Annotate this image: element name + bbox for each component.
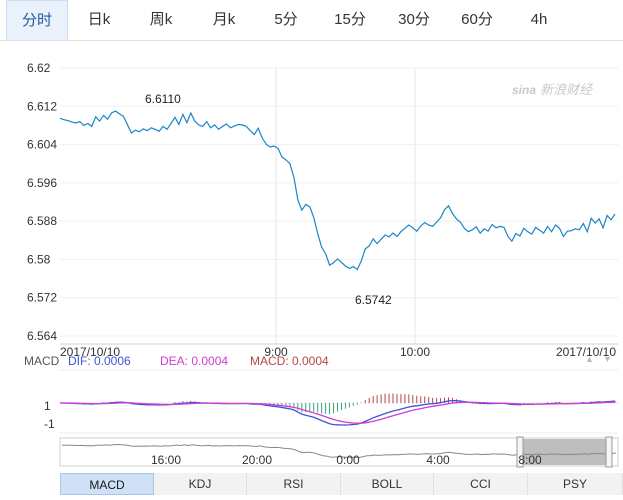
tab-macd[interactable]: MACD xyxy=(60,473,154,495)
macd-ytick-neg1: -1 xyxy=(44,417,55,431)
navigator-right-handle[interactable] xyxy=(605,436,613,468)
tab-kdj[interactable]: KDJ xyxy=(154,473,247,495)
nav-label-0: 0:00 xyxy=(336,453,360,467)
nav-label-16: 16:00 xyxy=(151,453,181,467)
tab-rsi[interactable]: RSI xyxy=(247,473,341,495)
tab-boll[interactable]: BOLL xyxy=(341,473,434,495)
indicator-tabs: MACD KDJ RSI BOLL CCI PSY xyxy=(60,473,623,495)
macd-ytick-1: 1 xyxy=(44,399,51,413)
nav-label-8: 8:00 xyxy=(518,453,542,467)
nav-label-20: 20:00 xyxy=(242,453,272,467)
nav-label-4: 4:00 xyxy=(426,453,450,467)
tab-psy[interactable]: PSY xyxy=(528,473,623,495)
tab-cci[interactable]: CCI xyxy=(434,473,528,495)
range-navigator[interactable]: 16:00 20:00 0:00 4:00 8:00 xyxy=(59,436,619,468)
macd-panel: 1 -1 16:00 20:00 0:00 4:00 8:00 xyxy=(44,369,619,468)
